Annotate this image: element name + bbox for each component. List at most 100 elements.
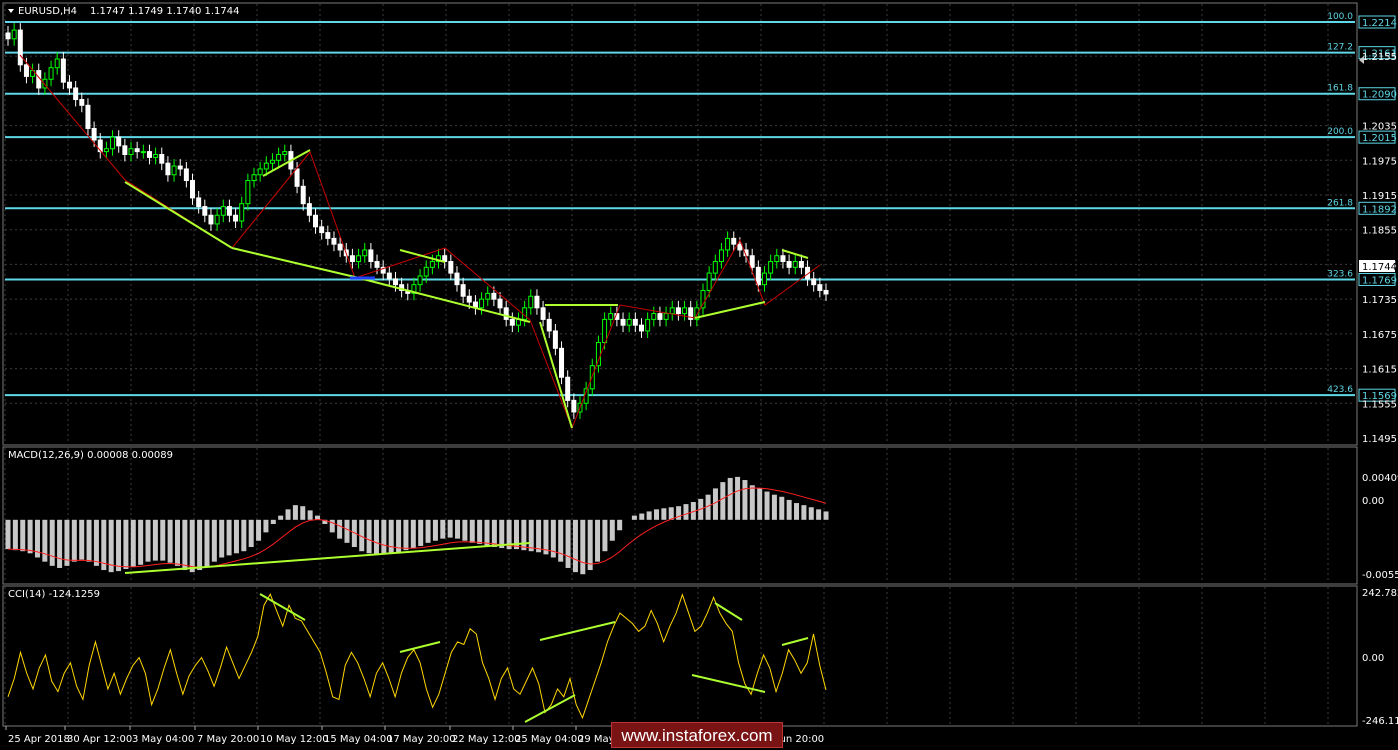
candle-body [546,318,552,332]
main-chart-frame[interactable] [2,2,1358,446]
macd-bar [572,519,578,573]
macd-bar [580,519,586,575]
macd-bar [602,519,608,552]
macd-bar [256,519,262,541]
candle-body [571,399,577,413]
candle-body [331,237,337,245]
candle-body [177,165,183,170]
macd-scale-tick: 0.00 [1362,496,1384,507]
macd-bar [152,519,158,561]
macd-bar [27,519,33,554]
candle-body [552,330,558,349]
candle-body [263,162,269,170]
candle-body [823,289,829,295]
trading-chart[interactable]: 100.01.2214127.21.2161161.81.2090200.01.… [0,0,1398,750]
candle-body [128,148,134,155]
macd-bar [344,519,350,543]
cci-scale-tick: -246.116 [1362,716,1398,727]
candle-body [257,168,263,176]
candle-body [749,255,755,268]
macd-bar [300,506,306,520]
macd-bar [42,519,48,562]
macd-bar [174,519,180,566]
macd-bar [455,519,461,539]
price-tick: 1.1495 [1362,434,1397,445]
macd-bar [595,519,601,562]
time-label: 17 May 20:00 [387,734,456,745]
candle-body [208,214,214,225]
macd-bar [307,510,313,520]
candle-body [251,174,257,182]
macd-bar [241,519,247,552]
candle-body [608,313,614,320]
macd-bar [211,519,217,562]
candle-body [798,261,804,268]
candle-body [103,148,109,153]
macd-bar [499,519,505,549]
macd-bar [565,519,571,568]
macd-bar [182,519,188,571]
macd-bar [536,519,542,553]
fib-level-name: 423.6 [1327,385,1353,395]
candle-body [214,214,220,225]
candle-body [196,197,202,208]
time-label: 25 May 04:00 [515,734,584,745]
time-label: 22 May 12:00 [452,734,521,745]
macd-bar [337,519,343,539]
macd-bar [226,519,232,556]
macd-bar [528,519,534,552]
macd-bar [79,519,85,560]
candle-body [319,226,325,234]
macd-bar [646,511,652,520]
macd-bar [712,488,718,520]
candle-body [423,266,429,277]
macd-bar [771,494,777,520]
macd-bar [57,519,63,568]
macd-bar [676,506,682,520]
candle-body [306,203,312,216]
candle-body [466,295,472,303]
macd-bar [418,519,424,546]
fib-level-name: 127.2 [1327,43,1353,53]
candle-body [638,324,644,332]
candle-body [448,261,454,274]
candle-body [479,298,485,309]
candle-body [761,272,767,286]
candle-body [374,261,380,268]
candle-body [356,255,362,263]
candle-body [675,307,681,315]
time-label: 15 May 04:00 [324,734,393,745]
candle-body [417,275,423,286]
candle-body [226,206,232,216]
macd-bar [432,519,438,541]
candle-body [485,292,491,300]
fib-price-value: 1.1892 [1362,204,1397,215]
candle-body [817,284,823,291]
macd-bar [469,519,475,543]
candle-body [159,153,165,164]
candle-body [700,289,706,309]
candle-body [183,168,189,182]
macd-bar [808,507,814,520]
price-tick: 1.1555 [1362,399,1397,410]
macd-scale-tick: 0.00409 [1362,473,1398,484]
candle-body [11,29,17,40]
macd-bar [138,519,144,565]
time-label: 30 Apr 12:00 [67,734,132,745]
candle-body [269,159,275,164]
candle-body [559,347,565,378]
candle-body [54,58,60,69]
current-price-value: 1.1744 [1362,262,1397,273]
candle-body [165,162,171,176]
fib-price-value: 1.2015 [1362,133,1397,144]
macd-bar [558,519,564,562]
price-tick: 1.1975 [1362,156,1397,167]
macd-bar [727,477,733,520]
price-tick: 1.2035 [1362,122,1397,133]
macd-bar [86,519,92,562]
candle-body [220,206,226,216]
macd-bar [116,519,122,572]
cci-panel-frame[interactable] [2,585,1358,727]
time-label: 29 May [578,734,615,745]
macd-bar [204,519,210,567]
